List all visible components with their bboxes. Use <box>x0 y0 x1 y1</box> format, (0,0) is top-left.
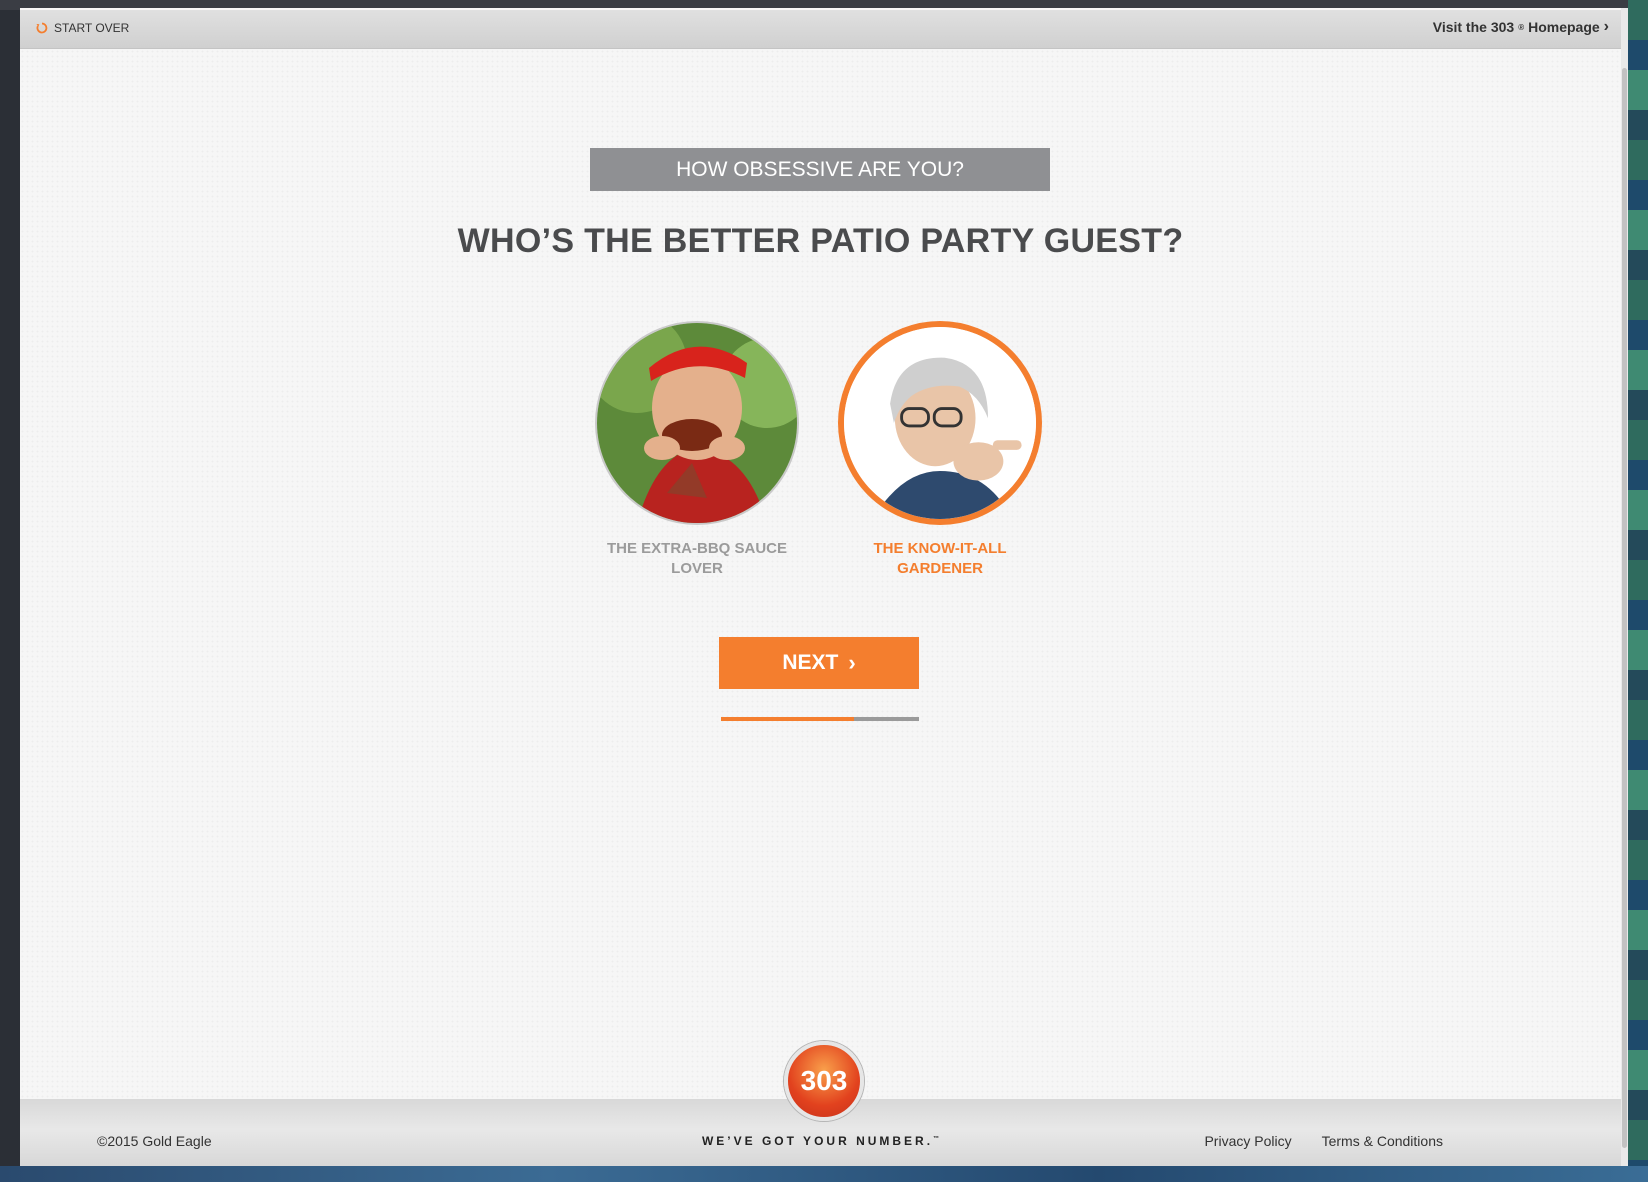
choice-bbq-sauce-lover[interactable]: THE EXTRA-BBQ SAUCE LOVER <box>592 321 802 579</box>
next-button[interactable]: NEXT › <box>719 637 919 689</box>
start-over-button[interactable]: START OVER <box>36 21 129 35</box>
chevron-right-icon: › <box>848 650 856 675</box>
choice-image-bbq <box>595 321 799 525</box>
start-over-label: START OVER <box>54 21 130 35</box>
next-button-label: NEXT <box>782 651 839 674</box>
brand-logo[interactable]: 303 <box>784 1041 864 1121</box>
privacy-policy-link[interactable]: Privacy Policy <box>1204 1133 1291 1149</box>
quiz-progress-bar <box>721 717 919 721</box>
trademark-mark: ™ <box>933 1136 940 1142</box>
chevron-right-icon: › <box>1603 18 1609 35</box>
footer-links: Privacy Policy Terms & Conditions <box>1204 1133 1443 1149</box>
visit-link-suffix: Homepage <box>1528 19 1600 35</box>
quiz-area: HOW OBSESSIVE ARE YOU? WHO’S THE BETTER … <box>20 49 1621 1099</box>
choice-know-it-all-gardener[interactable]: THE KNOW-IT-ALL GARDENER <box>835 321 1045 579</box>
window-scrollbar[interactable] <box>1621 8 1628 1166</box>
top-bar: START OVER Visit the 303 ® Homepage › <box>20 10 1621 49</box>
visit-link-prefix: Visit the 303 <box>1432 19 1515 35</box>
restart-icon <box>36 22 48 34</box>
quiz-category-banner: HOW OBSESSIVE ARE YOU? <box>590 148 1050 191</box>
choice-label: THE KNOW-IT-ALL GARDENER <box>873 540 1007 577</box>
registered-mark: ® <box>1518 22 1525 32</box>
visit-homepage-link[interactable]: Visit the 303 ® Homepage › <box>1432 18 1609 36</box>
terms-conditions-link[interactable]: Terms & Conditions <box>1322 1133 1443 1149</box>
scrollbar-thumb[interactable] <box>1622 68 1627 1148</box>
choice-image-gardener <box>838 321 1042 525</box>
browser-window: START OVER Visit the 303 ® Homepage › HOW… <box>20 8 1621 1166</box>
logo-text: 303 <box>800 1065 848 1096</box>
desktop-background-bottom <box>0 1166 1648 1182</box>
desktop-background-right <box>1628 0 1648 1182</box>
tagline-text: WE’VE GOT YOUR NUMBER. <box>701 1134 934 1148</box>
quiz-progress-fill <box>721 717 854 721</box>
choice-label: THE EXTRA-BBQ SAUCE LOVER <box>606 540 787 577</box>
quiz-question: WHO’S THE BETTER PATIO PARTY GUEST? <box>457 222 1184 260</box>
